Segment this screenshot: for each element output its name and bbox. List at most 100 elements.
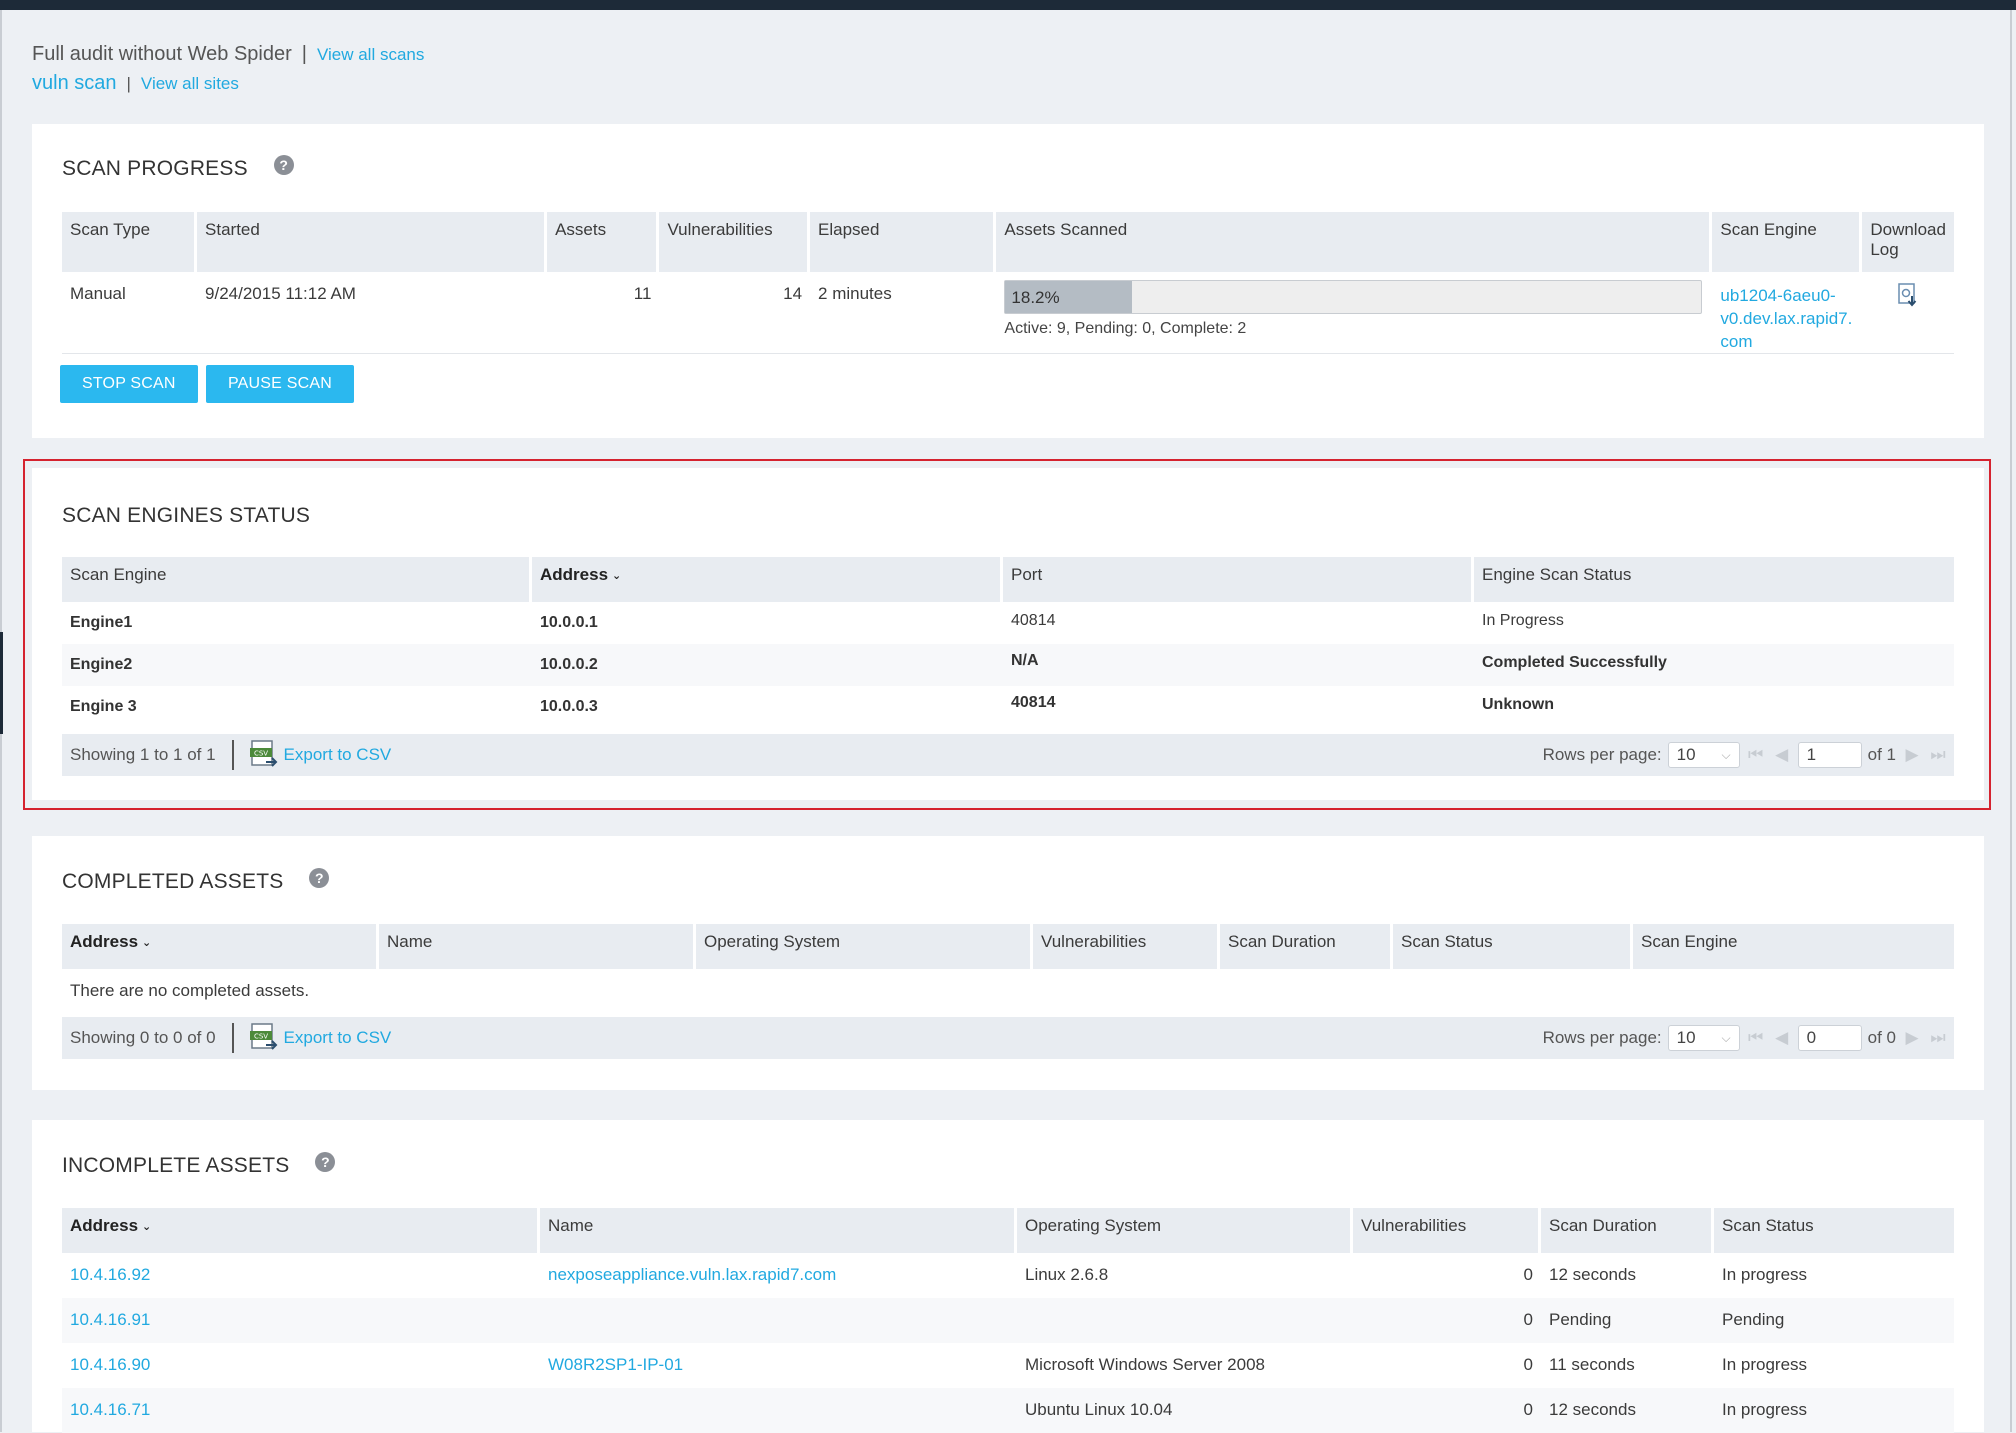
last-page-icon[interactable]: ⏭ — [1928, 1028, 1948, 1048]
table-footer: Showing 1 to 1 of 1 CSV Export to CSV Ro… — [62, 734, 1954, 776]
scan-engine-link[interactable]: ub1204-6aeu0- v0.dev.lax.rapid7. com — [1712, 272, 1862, 361]
svg-text:CSV: CSV — [253, 750, 267, 758]
engine-status: In Progress — [1482, 612, 1564, 629]
export-csv-link[interactable]: Export to CSV — [284, 745, 392, 765]
scan-progress-panel: SCAN PROGRESS ? Scan Type Started Assets… — [32, 124, 1984, 438]
asset-name-link[interactable]: W08R2SP1-IP-01 — [548, 1355, 683, 1374]
table-row: Engine1 10.0.0.1 40814 In Progress — [62, 602, 1954, 644]
completed-assets-title: COMPLETED ASSETS ? — [62, 868, 330, 894]
rows-per-page-value: 10 — [1676, 1028, 1696, 1047]
col-operating-system: Operating System — [1017, 1208, 1353, 1253]
asset-vulns: 0 — [1523, 1265, 1533, 1284]
assets-value: 11 — [633, 284, 652, 303]
asset-vulns: 0 — [1523, 1355, 1533, 1374]
completed-assets-panel: COMPLETED ASSETS ? Address ⌄ Name Operati… — [32, 836, 1984, 1090]
chevron-down-icon: ⌵ — [1721, 1030, 1731, 1045]
col-scan-type: Scan Type — [62, 212, 198, 272]
prev-page-icon[interactable]: ◀ — [1772, 745, 1792, 765]
top-bar — [0, 0, 2016, 10]
engine-address: 10.0.0.1 — [540, 614, 598, 631]
site-name-link[interactable]: vuln scan — [32, 69, 117, 97]
panel-title-text: COMPLETED ASSETS — [62, 870, 284, 893]
asset-status: Pending — [1714, 1298, 1954, 1343]
panel-title-text: SCAN ENGINES STATUS — [62, 504, 311, 527]
col-address-sortable[interactable]: Address ⌄ — [532, 557, 1003, 602]
help-icon[interactable]: ? — [273, 155, 294, 175]
first-page-icon[interactable]: ⏮ — [1746, 1028, 1766, 1048]
chevron-down-icon: ⌄ — [142, 1221, 152, 1233]
asset-duration: 12 seconds — [1541, 1388, 1714, 1433]
download-log-cell — [1862, 272, 1954, 361]
stop-scan-button[interactable]: STOP SCAN — [60, 365, 198, 403]
engine-link-line[interactable]: v0.dev.lax.rapid7. — [1720, 309, 1852, 328]
pagination: Rows per page: 10 ⌵ ⏮ ◀ of 0 ▶ ⏭ — [1543, 1025, 1954, 1051]
col-engine-scan-status: Engine Scan Status — [1474, 557, 1954, 602]
download-log-icon[interactable] — [1895, 282, 1921, 308]
breadcrumb: Full audit without Web Spider | View all… — [32, 40, 424, 98]
rows-per-page-label: Rows per page: — [1542, 1028, 1662, 1047]
asset-address-link[interactable]: 10.4.16.91 — [70, 1310, 150, 1329]
view-all-scans-link[interactable]: View all scans — [317, 41, 424, 69]
help-icon[interactable]: ? — [309, 868, 330, 888]
asset-vulns: 0 — [1353, 1298, 1541, 1343]
asset-address-link[interactable]: 10.4.16.92 — [70, 1265, 150, 1284]
window-left-marker — [0, 632, 3, 734]
pause-scan-button[interactable]: PAUSE SCAN — [206, 365, 354, 403]
asset-os: Ubuntu Linux 10.04 — [1017, 1388, 1353, 1433]
asset-duration: Pending — [1541, 1298, 1714, 1343]
asset-status: In progress — [1722, 1265, 1808, 1284]
rows-per-page-select[interactable]: 10 ⌵ — [1667, 742, 1740, 768]
table-row: Engine 3 10.0.0.3 40814 Unknown — [62, 686, 1954, 728]
page-number-input[interactable] — [1797, 742, 1862, 768]
col-scan-engine: Scan Engine — [62, 557, 532, 602]
scan-engines-table: Scan Engine Address ⌄ Port Engine Scan St… — [62, 557, 1954, 728]
col-assets: Assets — [547, 212, 660, 272]
incomplete-assets-title: INCOMPLETE ASSETS ? — [62, 1152, 336, 1178]
elapsed-value: 2 minutes — [818, 284, 892, 303]
engine-link-line[interactable]: com — [1720, 332, 1752, 351]
asset-vulns: 0 — [1353, 1388, 1541, 1433]
prev-page-icon[interactable]: ◀ — [1772, 1028, 1792, 1048]
engine-name: Engine2 — [62, 644, 532, 686]
col-scan-duration: Scan Duration — [1541, 1208, 1714, 1253]
next-page-icon[interactable]: ▶ — [1902, 745, 1922, 765]
first-page-icon[interactable]: ⏮ — [1746, 745, 1766, 765]
asset-address-link[interactable]: 10.4.16.71 — [70, 1400, 150, 1419]
col-address-sortable[interactable]: Address ⌄ — [62, 1208, 540, 1253]
last-page-icon[interactable]: ⏭ — [1928, 745, 1948, 765]
showing-text: Showing 1 to 1 of 1 — [70, 745, 216, 764]
view-all-sites-link[interactable]: View all sites — [141, 70, 239, 98]
asset-address-link[interactable]: 10.4.16.90 — [70, 1355, 150, 1374]
col-vulnerabilities: Vulnerabilities — [1353, 1208, 1541, 1253]
asset-name-link[interactable]: nexposeappliance.vuln.lax.rapid7.com — [548, 1265, 836, 1284]
table-footer: Showing 0 to 0 of 0 CSV Export to CSV Ro… — [62, 1017, 1954, 1059]
next-page-icon[interactable]: ▶ — [1902, 1028, 1922, 1048]
col-scan-duration: Scan Duration — [1220, 924, 1393, 969]
col-vulnerabilities: Vulnerabilities — [659, 212, 811, 272]
col-scan-status: Scan Status — [1393, 924, 1633, 969]
help-icon[interactable]: ? — [315, 1152, 336, 1172]
asset-os: Microsoft Windows Server 2008 — [1025, 1355, 1265, 1374]
panel-title-text: INCOMPLETE ASSETS — [62, 1154, 290, 1177]
csv-export-icon[interactable]: CSV — [249, 1023, 278, 1053]
row-divider — [62, 353, 1954, 354]
of-pages-text: of 1 — [1867, 745, 1896, 764]
showing-text: Showing 0 to 0 of 0 — [70, 1028, 216, 1047]
export-csv-link[interactable]: Export to CSV — [284, 1028, 392, 1048]
engine-port: 40814 — [1011, 694, 1056, 711]
page-number-input[interactable] — [1797, 1025, 1862, 1051]
csv-export-icon[interactable]: CSV — [249, 740, 278, 770]
col-name: Name — [540, 1208, 1017, 1253]
col-started: Started — [197, 212, 548, 272]
scan-progress-title: SCAN PROGRESS ? — [62, 155, 294, 181]
footer-left: Showing 0 to 0 of 0 CSV Export to CSV — [62, 1023, 391, 1053]
breadcrumb-separator: | — [126, 74, 131, 93]
col-address-sortable[interactable]: Address ⌄ — [62, 924, 379, 969]
col-port: Port — [1003, 557, 1474, 602]
rows-per-page-label: Rows per page: — [1542, 745, 1662, 764]
rows-per-page-select[interactable]: 10 ⌵ — [1667, 1025, 1740, 1051]
engine-link-line[interactable]: ub1204-6aeu0- — [1720, 286, 1835, 305]
scan-name: Full audit without Web Spider — [32, 43, 292, 65]
scan-progress-row: Manual 9/24/2015 11:12 AM 11 14 2 minute… — [62, 272, 1954, 361]
engine-status: Unknown — [1482, 696, 1554, 713]
